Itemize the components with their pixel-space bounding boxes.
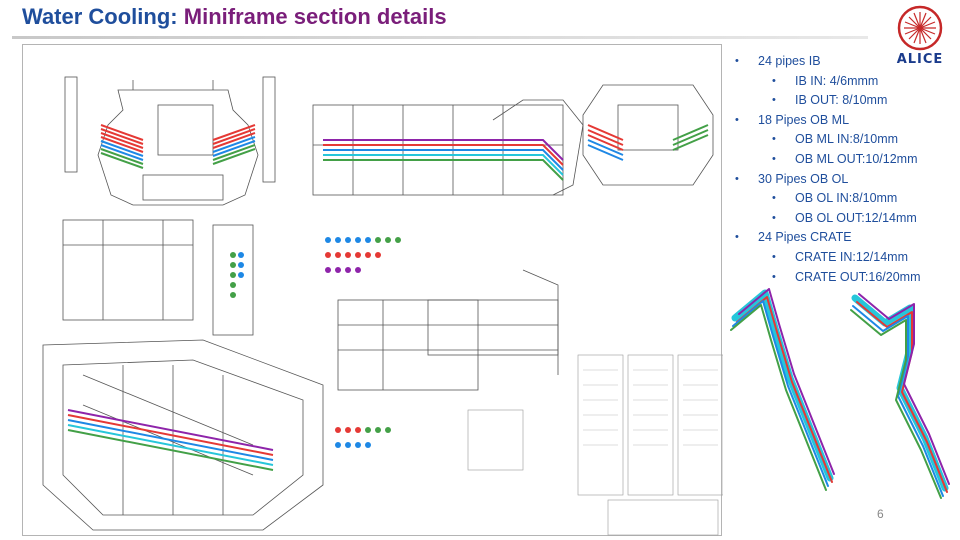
alice-logo-emblem-icon — [897, 5, 943, 51]
bullet-icon: • — [772, 74, 776, 87]
slide-title: Water Cooling: Miniframe section details — [22, 4, 447, 30]
list-item: • CRATE IN:12/14mm — [735, 248, 955, 268]
list-item: • OB ML OUT:10/12mm — [735, 150, 955, 170]
list-item: • IB IN: 4/6mmm — [735, 72, 955, 92]
slide-title-part1: Water Cooling: — [22, 4, 178, 29]
page-number: 6 — [877, 507, 884, 521]
pipe-bundle-icon — [730, 288, 950, 499]
list-item: • OB ML IN:8/10mm — [735, 130, 955, 150]
bullet-icon: • — [772, 133, 776, 146]
bullet-icon: • — [772, 250, 776, 263]
list-item: • 24 Pipes CRATE — [735, 228, 955, 248]
bullet-icon: • — [772, 192, 776, 205]
list-item: • 30 Pipes OB OL — [735, 170, 955, 190]
bullet-icon: • — [772, 270, 776, 283]
list-item: • 18 Pipes OB ML — [735, 111, 955, 131]
list-item: • 24 pipes IB — [735, 52, 955, 72]
bullet-icon: • — [735, 172, 739, 185]
pipe-spec-list: • 24 pipes IB • IB IN: 4/6mmm • IB OUT: 8/1… — [735, 52, 955, 287]
bullet-icon: • — [735, 113, 739, 126]
bullet-icon: • — [772, 152, 776, 165]
list-item: • CRATE OUT:16/20mm — [735, 268, 955, 288]
pipe-bundle-render — [715, 288, 960, 503]
list-item: • OB OL IN:8/10mm — [735, 189, 955, 209]
bullet-icon: • — [735, 55, 739, 67]
bullet-icon: • — [772, 94, 776, 107]
miniframe-drawing-icon — [42, 76, 723, 536]
bullet-icon: • — [735, 231, 739, 244]
engineering-drawing — [22, 44, 723, 536]
list-item: • IB OUT: 8/10mm — [735, 91, 955, 111]
slide-title-part2: Miniframe section details — [183, 4, 447, 29]
list-item: • OB OL OUT:12/14mm — [735, 209, 955, 229]
title-underline — [12, 36, 868, 39]
bullet-icon: • — [772, 211, 776, 224]
